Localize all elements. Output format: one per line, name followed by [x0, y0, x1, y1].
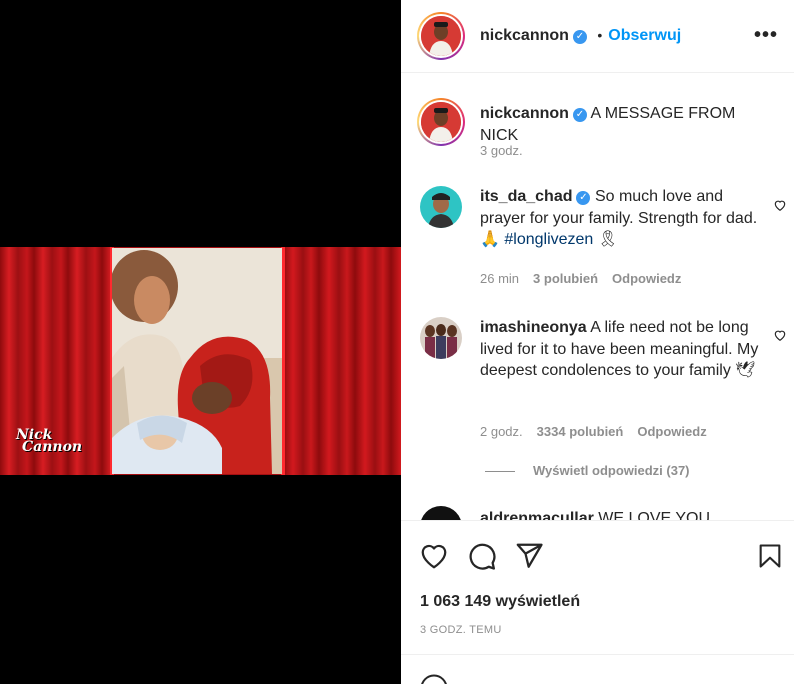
- comment-likes[interactable]: 3 polubień: [533, 271, 598, 286]
- post-timestamp: 3 GODZ. TEMU: [420, 624, 502, 636]
- video-frame: Nick Cannon: [0, 247, 401, 475]
- hashtag-link[interactable]: #longlivezen: [504, 231, 593, 248]
- comment-likes[interactable]: 3334 polubień: [537, 424, 624, 439]
- comment-time: 26 min: [480, 271, 520, 286]
- like-heart-icon[interactable]: [419, 541, 449, 571]
- caption-username[interactable]: nickcannon: [480, 105, 569, 122]
- avatar[interactable]: [417, 12, 465, 60]
- add-comment-bar[interactable]: [401, 654, 794, 684]
- emoji-icon[interactable]: [419, 673, 449, 684]
- post-header: nickcannon ✓ • Obserwuj •••: [401, 0, 794, 73]
- comment-username[interactable]: imashineonya: [480, 319, 587, 336]
- ribbon-emoji: 🎗: [593, 231, 619, 248]
- comment-item: its_da_chad ✓ So much love and prayer for…: [417, 186, 787, 296]
- post-panel: nickcannon✓ •Obserwuj ••• nickcannon✓: [401, 0, 794, 684]
- caption: nickcannon ✓ A MESSAGE FROM NICK 3 godz.: [417, 98, 787, 168]
- view-replies-button[interactable]: Wyświetl odpowiedzi (37): [485, 463, 690, 478]
- nick-cannon-logo: Nick Cannon: [16, 428, 83, 455]
- comment-username[interactable]: aldrenmacullar: [480, 510, 594, 520]
- verified-badge-icon: ✓: [572, 30, 587, 44]
- comments-list[interactable]: nickcannon ✓ A MESSAGE FROM NICK 3 godz. …: [401, 74, 794, 520]
- reply-button[interactable]: Odpowiedz: [612, 271, 681, 286]
- replies-divider: [485, 471, 515, 473]
- comment-item: aldrenmacullar WE LOVE YOU: [480, 510, 710, 520]
- comment-item: imashineonya A life need not be long liv…: [417, 317, 787, 457]
- logo-line-2: Cannon: [22, 439, 83, 455]
- red-curtain-right: [283, 247, 401, 475]
- avatar[interactable]: [420, 506, 462, 520]
- separator-dot: •: [597, 27, 603, 43]
- save-bookmark-icon[interactable]: [756, 541, 784, 571]
- video-player[interactable]: Nick Cannon: [0, 0, 401, 684]
- share-send-icon[interactable]: [514, 541, 544, 571]
- comment-bubble-icon[interactable]: [467, 541, 497, 571]
- verified-badge-icon: ✓: [572, 108, 587, 122]
- header-username[interactable]: nickcannon: [480, 27, 569, 44]
- view-count[interactable]: 1 063 149 wyświetleń: [420, 593, 580, 611]
- reply-button[interactable]: Odpowiedz: [637, 424, 706, 439]
- comment-username[interactable]: its_da_chad: [480, 188, 572, 205]
- like-comment-heart-icon[interactable]: [773, 328, 787, 342]
- avatar[interactable]: [420, 186, 462, 228]
- more-horizontal-icon[interactable]: •••: [754, 24, 778, 47]
- avatar[interactable]: [417, 98, 465, 146]
- view-replies-label: Wyświetl odpowiedzi (37): [533, 463, 690, 478]
- verified-badge-icon: ✓: [576, 191, 591, 205]
- follow-button[interactable]: Obserwuj: [608, 27, 681, 44]
- comment-time: 2 godz.: [480, 424, 523, 439]
- family-photo: [112, 248, 282, 474]
- avatar[interactable]: [420, 317, 462, 359]
- comment-text: WE LOVE YOU: [598, 510, 711, 520]
- caption-time: 3 godz.: [480, 143, 523, 158]
- like-comment-heart-icon[interactable]: [773, 198, 787, 212]
- post-actions: 1 063 149 wyświetleń 3 GODZ. TEMU: [401, 520, 794, 654]
